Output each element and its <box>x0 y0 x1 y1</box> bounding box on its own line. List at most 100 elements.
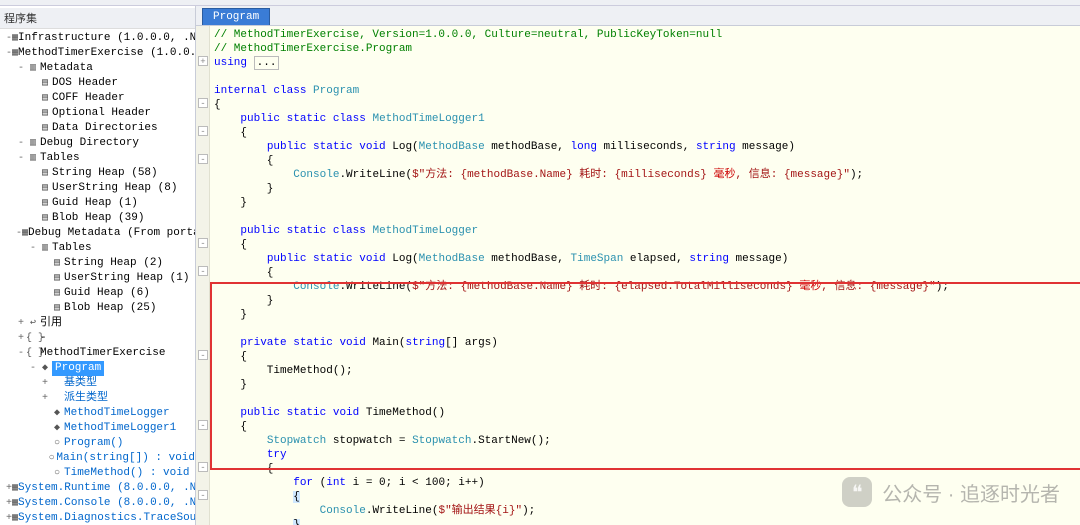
tree-item[interactable]: +▦System.Diagnostics.TraceSource (8.0.0.… <box>2 511 195 525</box>
tree-item[interactable]: ▤String Heap (58) <box>2 166 195 181</box>
tree-label[interactable]: String Heap (2) <box>64 256 163 271</box>
tree-label[interactable]: Tables <box>40 151 80 166</box>
tree-item[interactable]: ◆MethodTimeLogger1 <box>2 421 195 436</box>
tree-item[interactable]: ▤Guid Heap (6) <box>2 286 195 301</box>
tree-label[interactable]: Main(string[]) : void <box>56 451 195 466</box>
code-text: // MethodTimerExercise, Version=1.0.0.0,… <box>196 26 1080 525</box>
tree-label[interactable]: Program <box>52 361 104 376</box>
tree-label[interactable]: Tables <box>52 241 92 256</box>
tree-item[interactable]: ○TimeMethod() : void <box>2 466 195 481</box>
tree-label[interactable]: Infrastructure (1.0.0.0, .NETCoreApp, v3… <box>18 31 195 46</box>
tree-item[interactable]: ▤Guid Heap (1) <box>2 196 195 211</box>
tree-label[interactable]: Blob Heap (25) <box>64 301 156 316</box>
tree-item[interactable]: -▦Debug Metadata (From portable PDB) <box>2 226 195 241</box>
fold-toggle[interactable]: - <box>198 350 208 360</box>
tree-label[interactable]: 引用 <box>40 316 62 331</box>
tree-item[interactable]: +▦System.Runtime (8.0.0.0, .NETCoreApp, … <box>2 481 195 496</box>
tree-twisty[interactable]: - <box>28 361 38 376</box>
tree-item[interactable]: ▤Blob Heap (25) <box>2 301 195 316</box>
fold-toggle[interactable]: - <box>198 126 208 136</box>
fold-toggle[interactable]: - <box>198 462 208 472</box>
tree-label[interactable]: MethodTimerExercise (1.0.0.0, .NETCoreAp… <box>18 46 195 61</box>
tree-twisty[interactable]: - <box>28 241 38 256</box>
code-line: { <box>214 238 1080 252</box>
editor-tabstrip[interactable]: Program <box>196 6 1080 26</box>
assembly-tree[interactable]: -▦Infrastructure (1.0.0.0, .NETCoreApp, … <box>0 29 195 525</box>
tree-item[interactable]: ○Program() <box>2 436 195 451</box>
tree-label[interactable]: Guid Heap (1) <box>52 196 138 211</box>
tree-label[interactable]: Debug Metadata (From portable PDB) <box>28 226 195 241</box>
tree-twisty[interactable]: - <box>16 151 26 166</box>
tree-item[interactable]: ▤UserString Heap (8) <box>2 181 195 196</box>
tree-item[interactable]: -{ }MethodTimerExercise <box>2 346 195 361</box>
code-line: { <box>214 462 1080 476</box>
tree-label[interactable]: 基类型 <box>64 376 97 391</box>
tree-item[interactable]: ▤UserString Heap (1) <box>2 271 195 286</box>
tree-icon: ▥ <box>26 151 40 166</box>
tree-twisty[interactable]: - <box>16 346 26 361</box>
tree-item[interactable]: + 基类型 <box>2 376 195 391</box>
tree-label[interactable]: TimeMethod() : void <box>64 466 189 481</box>
tree-item[interactable]: -▦MethodTimerExercise (1.0.0.0, .NETCore… <box>2 46 195 61</box>
tree-label[interactable]: String Heap (58) <box>52 166 158 181</box>
tree-label[interactable]: DOS Header <box>52 76 118 91</box>
tree-item[interactable]: ◆MethodTimeLogger <box>2 406 195 421</box>
tree-item[interactable]: ▤String Heap (2) <box>2 256 195 271</box>
tree-item[interactable]: +{ }- <box>2 331 195 346</box>
tree-label[interactable]: System.Runtime (8.0.0.0, .NETCoreApp, v8… <box>18 481 195 496</box>
fold-gutter[interactable]: +---------- <box>196 26 210 525</box>
tree-label[interactable]: Program() <box>64 436 123 451</box>
code-line: public static class MethodTimeLogger1 <box>214 112 1080 126</box>
tree-item[interactable]: + 派生类型 <box>2 391 195 406</box>
tree-item[interactable]: ▤Blob Heap (39) <box>2 211 195 226</box>
tree-item[interactable]: -▥Metadata <box>2 61 195 76</box>
tree-item[interactable]: -▥Debug Directory <box>2 136 195 151</box>
tree-icon: ▥ <box>26 61 40 76</box>
fold-toggle[interactable]: - <box>198 154 208 164</box>
tree-item[interactable]: -▦Infrastructure (1.0.0.0, .NETCoreApp, … <box>2 31 195 46</box>
tree-twisty[interactable]: + <box>40 376 50 391</box>
tree-item[interactable]: -◆Program <box>2 361 195 376</box>
tree-twisty[interactable]: - <box>16 136 26 151</box>
tree-item[interactable]: +↩引用 <box>2 316 195 331</box>
fold-toggle[interactable]: - <box>198 266 208 276</box>
tree-label[interactable]: MethodTimeLogger <box>64 406 170 421</box>
tree-icon: ○ <box>50 466 64 481</box>
fold-toggle[interactable]: + <box>198 56 208 66</box>
tree-twisty[interactable]: - <box>16 61 26 76</box>
tree-item[interactable]: ▤Optional Header <box>2 106 195 121</box>
tree-item[interactable]: ○Main(string[]) : void <box>2 451 195 466</box>
tree-label[interactable]: COFF Header <box>52 91 125 106</box>
tree-label[interactable]: System.Diagnostics.TraceSource (8.0.0.0,… <box>18 511 195 525</box>
tree-item[interactable]: ▤DOS Header <box>2 76 195 91</box>
tree-label[interactable]: Data Directories <box>52 121 158 136</box>
tree-item[interactable]: +▦System.Console (8.0.0.0, .NETCoreApp, … <box>2 496 195 511</box>
tree-label[interactable]: 派生类型 <box>64 391 108 406</box>
tree-label[interactable]: Optional Header <box>52 106 151 121</box>
tree-label[interactable]: System.Console (8.0.0.0, .NETCoreApp, v8… <box>18 496 195 511</box>
fold-toggle[interactable]: - <box>198 238 208 248</box>
tree-label[interactable]: MethodTimerExercise <box>40 346 165 361</box>
code-viewport[interactable]: +---------- // MethodTimerExercise, Vers… <box>196 26 1080 525</box>
tree-item[interactable]: ▤Data Directories <box>2 121 195 136</box>
tree-twisty[interactable]: + <box>16 316 26 331</box>
tree-label[interactable]: UserString Heap (8) <box>52 181 177 196</box>
tree-item[interactable]: ▤COFF Header <box>2 91 195 106</box>
fold-toggle[interactable]: - <box>198 98 208 108</box>
tree-item[interactable]: -▥Tables <box>2 151 195 166</box>
tree-icon: ◆ <box>50 421 64 436</box>
tree-label[interactable]: Metadata <box>40 61 93 76</box>
tree-twisty[interactable]: + <box>40 391 50 406</box>
tree-label[interactable]: MethodTimeLogger1 <box>64 421 176 436</box>
fold-toggle[interactable]: - <box>198 420 208 430</box>
tree-item[interactable]: -▥Tables <box>2 241 195 256</box>
tree-label[interactable]: Blob Heap (39) <box>52 211 144 226</box>
tab-program[interactable]: Program <box>202 8 270 25</box>
tree-label[interactable]: Debug Directory <box>40 136 139 151</box>
tree-twisty[interactable]: + <box>16 331 26 346</box>
tree-icon: ▤ <box>50 301 64 316</box>
fold-toggle[interactable]: - <box>198 490 208 500</box>
tree-label[interactable]: UserString Heap (1) <box>64 271 189 286</box>
tree-label[interactable]: Guid Heap (6) <box>64 286 150 301</box>
tree-label[interactable]: - <box>40 331 47 346</box>
